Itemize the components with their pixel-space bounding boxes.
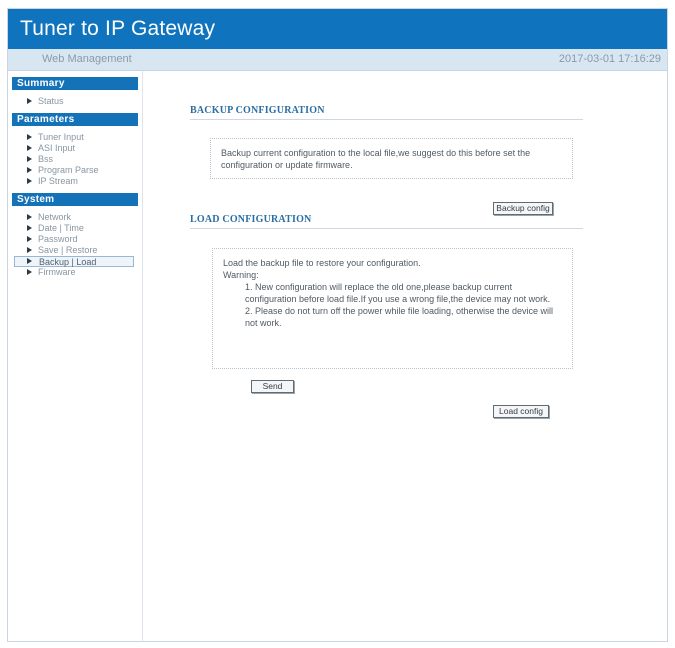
arrow-right-icon	[27, 167, 32, 173]
sidebar-item-label: Save | Restore	[38, 245, 98, 255]
warning-item-2: 2. Please do not turn off the power whil…	[245, 306, 554, 328]
backup-description: Backup current configuration to the loca…	[221, 148, 531, 170]
arrow-right-icon	[27, 145, 32, 151]
load-config-button[interactable]: Load config	[493, 405, 549, 418]
arrow-right-icon	[27, 225, 32, 231]
sidebar-item-label: Status	[38, 96, 64, 106]
parameters-nav: Tuner Input ASI Input Bss Program Parse …	[8, 132, 142, 187]
web-management-label: Web Management	[42, 53, 132, 65]
sidebar-item-save-restore[interactable]: Save | Restore	[14, 245, 134, 256]
title-bar: Tuner to IP Gateway	[8, 9, 667, 49]
sidebar-item-label: Password	[38, 234, 78, 244]
backup-config-button[interactable]: Backup config	[493, 202, 553, 215]
sidebar-item-firmware[interactable]: Firmware	[14, 267, 134, 278]
backup-description-box: Backup current configuration to the loca…	[210, 138, 573, 179]
sidebar-item-tuner-input[interactable]: Tuner Input	[14, 132, 134, 143]
sidebar-item-backup-load[interactable]: Backup | Load	[14, 256, 134, 267]
sidebar-item-asi-input[interactable]: ASI Input	[14, 143, 134, 154]
main-content: BACKUP CONFIGURATION Backup current conf…	[143, 71, 667, 641]
sidebar-item-network[interactable]: Network	[14, 212, 134, 223]
sidebar-item-date-time[interactable]: Date | Time	[14, 223, 134, 234]
app-title: Tuner to IP Gateway	[20, 17, 216, 40]
backup-section-title: BACKUP CONFIGURATION	[190, 105, 325, 116]
arrow-right-icon	[27, 214, 32, 220]
warning-label: Warning:	[223, 270, 259, 280]
arrow-right-icon	[27, 247, 32, 253]
warning-item-1: 1. New configuration will replace the ol…	[245, 282, 551, 304]
arrow-right-icon	[27, 269, 32, 275]
arrow-right-icon	[27, 236, 32, 242]
arrow-right-icon	[27, 98, 32, 104]
sub-header-bar: Web Management 2017-03-01 17:16:29	[8, 49, 667, 71]
sidebar-header-summary: Summary	[12, 77, 138, 90]
send-button[interactable]: Send	[251, 380, 294, 393]
load-intro: Load the backup file to restore your con…	[223, 258, 421, 268]
arrow-right-icon	[27, 178, 32, 184]
sidebar: Summary Status Parameters Tuner Input AS…	[8, 71, 143, 641]
sidebar-item-program-parse[interactable]: Program Parse	[14, 165, 134, 176]
sidebar-item-ip-stream[interactable]: IP Stream	[14, 176, 134, 187]
arrow-right-icon	[27, 134, 32, 140]
arrow-right-icon	[27, 258, 32, 264]
sidebar-item-password[interactable]: Password	[14, 234, 134, 245]
sidebar-item-label: Backup | Load	[39, 257, 97, 267]
sidebar-item-status[interactable]: Status	[14, 96, 134, 107]
load-divider	[190, 228, 583, 229]
sidebar-item-label: Date | Time	[38, 223, 84, 233]
datetime-display: 2017-03-01 17:16:29	[558, 53, 661, 65]
sidebar-item-label: Network	[38, 212, 72, 222]
sidebar-header-system: System	[12, 193, 138, 206]
arrow-right-icon	[27, 156, 32, 162]
sidebar-header-parameters: Parameters	[12, 113, 138, 126]
summary-nav: Status	[8, 96, 142, 107]
sidebar-item-label: Tuner Input	[38, 132, 84, 142]
sidebar-item-label: IP Stream	[38, 176, 78, 186]
sidebar-item-label: ASI Input	[38, 143, 76, 153]
load-warning-box: Load the backup file to restore your con…	[212, 248, 573, 369]
system-nav: Network Date | Time Password Save | Rest…	[8, 212, 142, 278]
sidebar-item-label: Program Parse	[38, 165, 99, 175]
load-section-title: LOAD CONFIGURATION	[190, 214, 312, 225]
app-window: Tuner to IP Gateway Web Management 2017-…	[7, 8, 668, 642]
backup-divider	[190, 119, 583, 120]
sidebar-item-bss[interactable]: Bss	[14, 154, 134, 165]
sidebar-item-label: Firmware	[38, 267, 76, 277]
sidebar-item-label: Bss	[38, 154, 54, 164]
